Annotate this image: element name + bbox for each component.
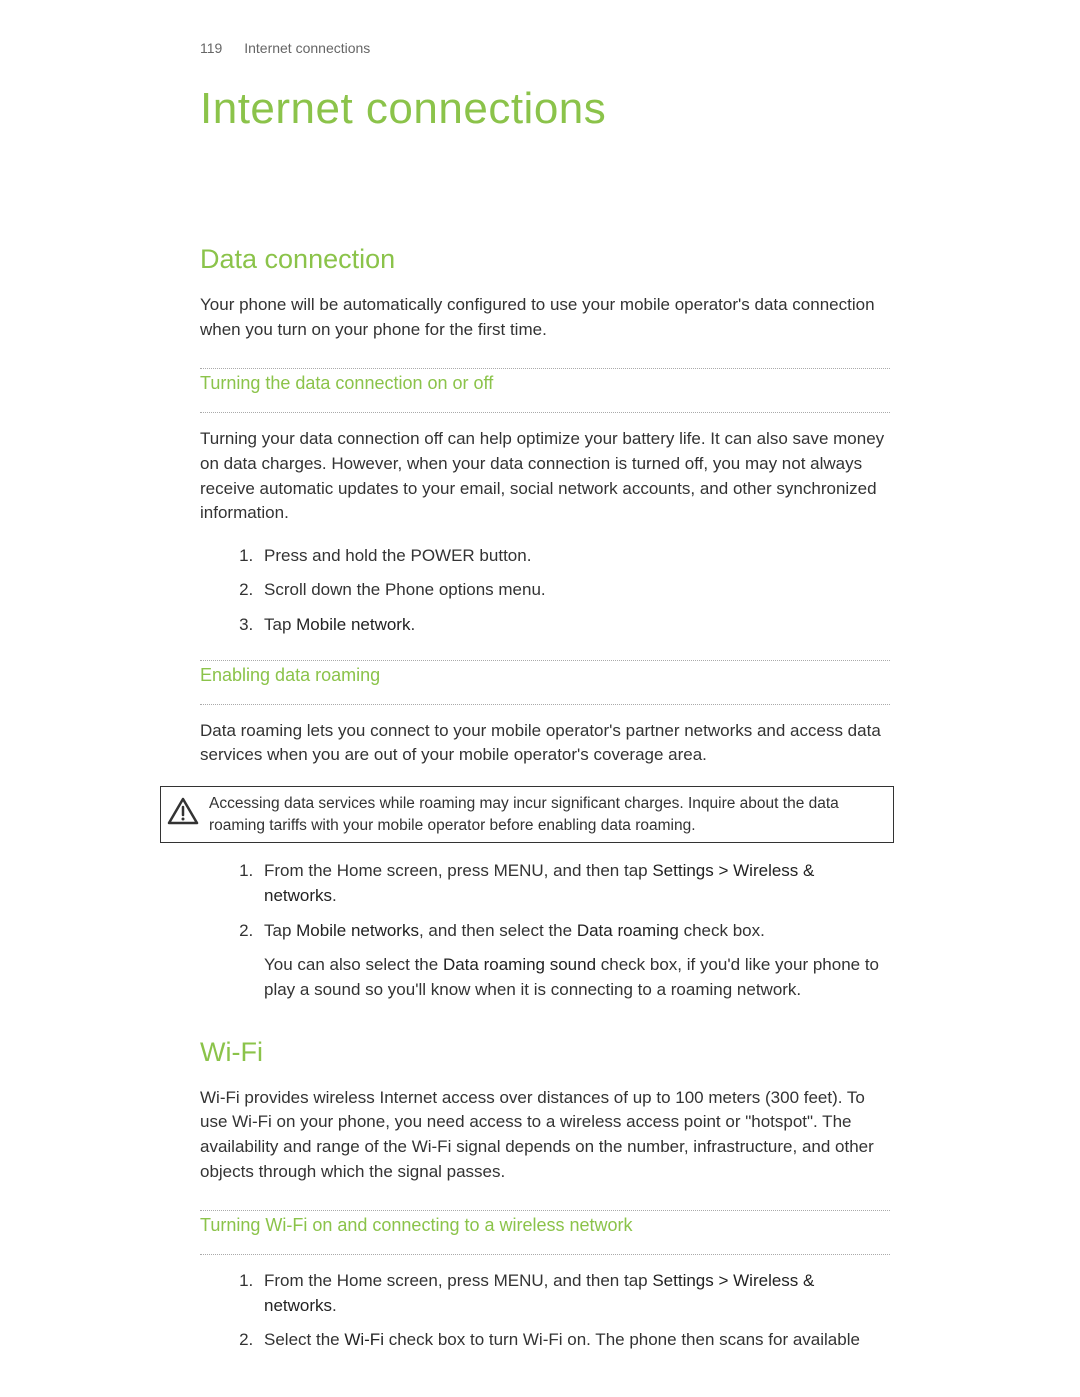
step-text: . xyxy=(410,615,415,634)
turning-data-steps: Press and hold the POWER button. Scroll … xyxy=(200,544,890,638)
data-connection-intro: Your phone will be automatically configu… xyxy=(200,293,890,342)
header-section: Internet connections xyxy=(244,40,370,56)
subheading-container: Turning the data connection on or off xyxy=(200,368,890,413)
step-text: You can also select the xyxy=(264,955,443,974)
step-text: check box to turn Wi-Fi on. The phone th… xyxy=(384,1330,860,1349)
step-text: Tap xyxy=(264,921,296,940)
warning-box: Accessing data services while roaming ma… xyxy=(160,786,894,843)
page-header: 119 Internet connections xyxy=(200,40,890,56)
step-bold: Mobile network xyxy=(296,615,410,634)
warning-icon xyxy=(167,797,199,830)
wifi-intro: Wi-Fi provides wireless Internet access … xyxy=(200,1086,890,1185)
roaming-steps: From the Home screen, press MENU, and th… xyxy=(200,859,890,1002)
step-item: Tap Mobile networks, and then select the… xyxy=(258,919,890,1003)
step-item: From the Home screen, press MENU, and th… xyxy=(258,859,890,908)
step-text: From the Home screen, press MENU, and th… xyxy=(264,1271,652,1290)
section-heading-wifi: Wi-Fi xyxy=(200,1037,890,1068)
step-text: Scroll down the Phone options menu. xyxy=(264,580,546,599)
step-text: . xyxy=(332,886,337,905)
subheading-turning-wifi: Turning Wi-Fi on and connecting to a wir… xyxy=(200,1215,890,1238)
step-text: From the Home screen, press MENU, and th… xyxy=(264,861,652,880)
enabling-roaming-body: Data roaming lets you connect to your mo… xyxy=(200,719,890,768)
step-bold: Data roaming sound xyxy=(443,955,596,974)
step-item: From the Home screen, press MENU, and th… xyxy=(258,1269,890,1318)
section-heading-data-connection: Data connection xyxy=(200,244,890,275)
step-item: Scroll down the Phone options menu. xyxy=(258,578,890,603)
step-text: , and then select the xyxy=(419,921,577,940)
step-text: Tap xyxy=(264,615,296,634)
step-bold: Mobile networks xyxy=(296,921,419,940)
step-text: Select the xyxy=(264,1330,344,1349)
subheading-container: Turning Wi-Fi on and connecting to a wir… xyxy=(200,1210,890,1255)
subheading-container: Enabling data roaming xyxy=(200,660,890,705)
step-sub: You can also select the Data roaming sou… xyxy=(264,953,890,1002)
wifi-steps: From the Home screen, press MENU, and th… xyxy=(200,1269,890,1353)
warning-text: Accessing data services while roaming ma… xyxy=(209,793,883,836)
document-page: 119 Internet connections Internet connec… xyxy=(0,0,1080,1353)
page-number: 119 xyxy=(200,40,222,56)
subheading-enabling-roaming: Enabling data roaming xyxy=(200,665,890,688)
step-text: check box. xyxy=(679,921,765,940)
step-item: Tap Mobile network. xyxy=(258,613,890,638)
turning-data-body: Turning your data connection off can hel… xyxy=(200,427,890,526)
step-text: Press and hold the POWER button. xyxy=(264,546,531,565)
step-bold: Wi-Fi xyxy=(344,1330,384,1349)
step-bold: Data roaming xyxy=(577,921,679,940)
subheading-turning-data: Turning the data connection on or off xyxy=(200,373,890,396)
step-text: . xyxy=(332,1296,337,1315)
step-item: Press and hold the POWER button. xyxy=(258,544,890,569)
step-item: Select the Wi-Fi check box to turn Wi-Fi… xyxy=(258,1328,890,1353)
page-title: Internet connections xyxy=(200,84,890,134)
